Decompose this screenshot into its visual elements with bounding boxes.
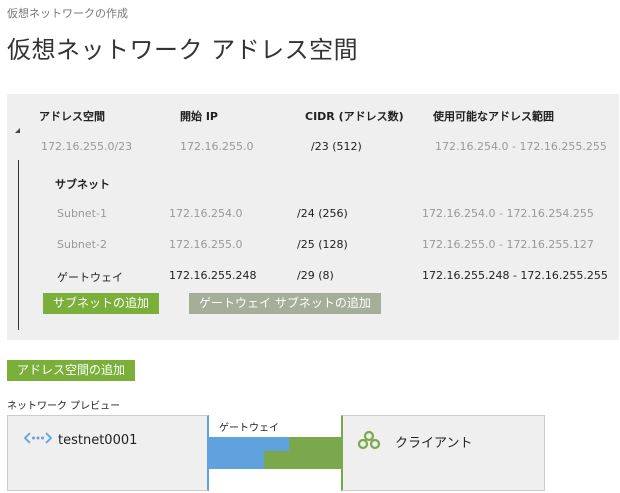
- header-usable-range: 使用可能なアドレス範囲: [433, 110, 554, 123]
- client-icon: [357, 430, 381, 450]
- subnet-cidr[interactable]: /24 (256): [297, 207, 348, 220]
- gateway-client-side-lower: [264, 451, 341, 469]
- add-gateway-subnet-button[interactable]: ゲートウェイ サブネットの追加: [189, 293, 381, 314]
- add-subnet-button[interactable]: サブネットの追加: [43, 293, 160, 314]
- address-space-panel: アドレス空間 開始 IP CIDR (アドレス数) 使用可能なアドレス範囲 17…: [7, 94, 619, 340]
- gateway-cidr[interactable]: /29 (8): [297, 269, 334, 282]
- vnet-preview-box: testnet0001: [7, 415, 209, 491]
- subnet-start-ip[interactable]: 172.16.255.0: [169, 238, 242, 251]
- client-preview-box: クライアント: [341, 415, 545, 491]
- header-cidr: CIDR (アドレス数): [305, 110, 404, 123]
- subnet-tree-line: [18, 160, 19, 330]
- gateway-usable-range: 172.16.255.248 - 172.16.255.255: [422, 269, 608, 282]
- header-start-ip: 開始 IP: [180, 110, 218, 123]
- page-title: 仮想ネットワーク アドレス空間: [7, 36, 359, 64]
- vnet-icon: [24, 432, 52, 444]
- subnet-cidr[interactable]: /25 (128): [297, 238, 348, 251]
- address-space-start-ip[interactable]: 172.16.255.0: [180, 140, 253, 153]
- network-preview-label: ネットワーク プレビュー: [7, 401, 121, 412]
- subnet-start-ip[interactable]: 172.16.254.0: [169, 207, 242, 220]
- gateway-start-ip: 172.16.255.248: [169, 269, 257, 282]
- gateway-client-side-upper: [289, 437, 341, 451]
- breadcrumb[interactable]: 仮想ネットワークの作成: [7, 5, 128, 21]
- subnet-name[interactable]: Subnet-2: [57, 238, 107, 251]
- client-name: クライアント: [395, 436, 473, 451]
- subnet-usable-range: 172.16.255.0 - 172.16.255.127: [422, 238, 594, 251]
- vnet-name: testnet0001: [58, 433, 138, 448]
- add-address-space-button[interactable]: アドレス空間の追加: [7, 360, 136, 381]
- header-address-space: アドレス空間: [39, 110, 105, 123]
- address-space-value[interactable]: 172.16.255.0/23: [41, 140, 132, 153]
- subnet-name[interactable]: Subnet-1: [57, 207, 107, 220]
- subnet-heading: サブネット: [55, 178, 110, 191]
- collapse-caret-icon[interactable]: [15, 128, 20, 133]
- gateway-label: ゲートウェイ: [219, 423, 279, 434]
- gateway-connector: ゲートウェイ: [209, 415, 341, 491]
- address-space-cidr[interactable]: /23 (512): [311, 140, 362, 153]
- subnet-usable-range: 172.16.254.0 - 172.16.254.255: [422, 207, 594, 220]
- address-space-usable-range: 172.16.254.0 - 172.16.255.255: [435, 140, 607, 153]
- gateway-subnet-name: ゲートウェイ: [57, 271, 123, 284]
